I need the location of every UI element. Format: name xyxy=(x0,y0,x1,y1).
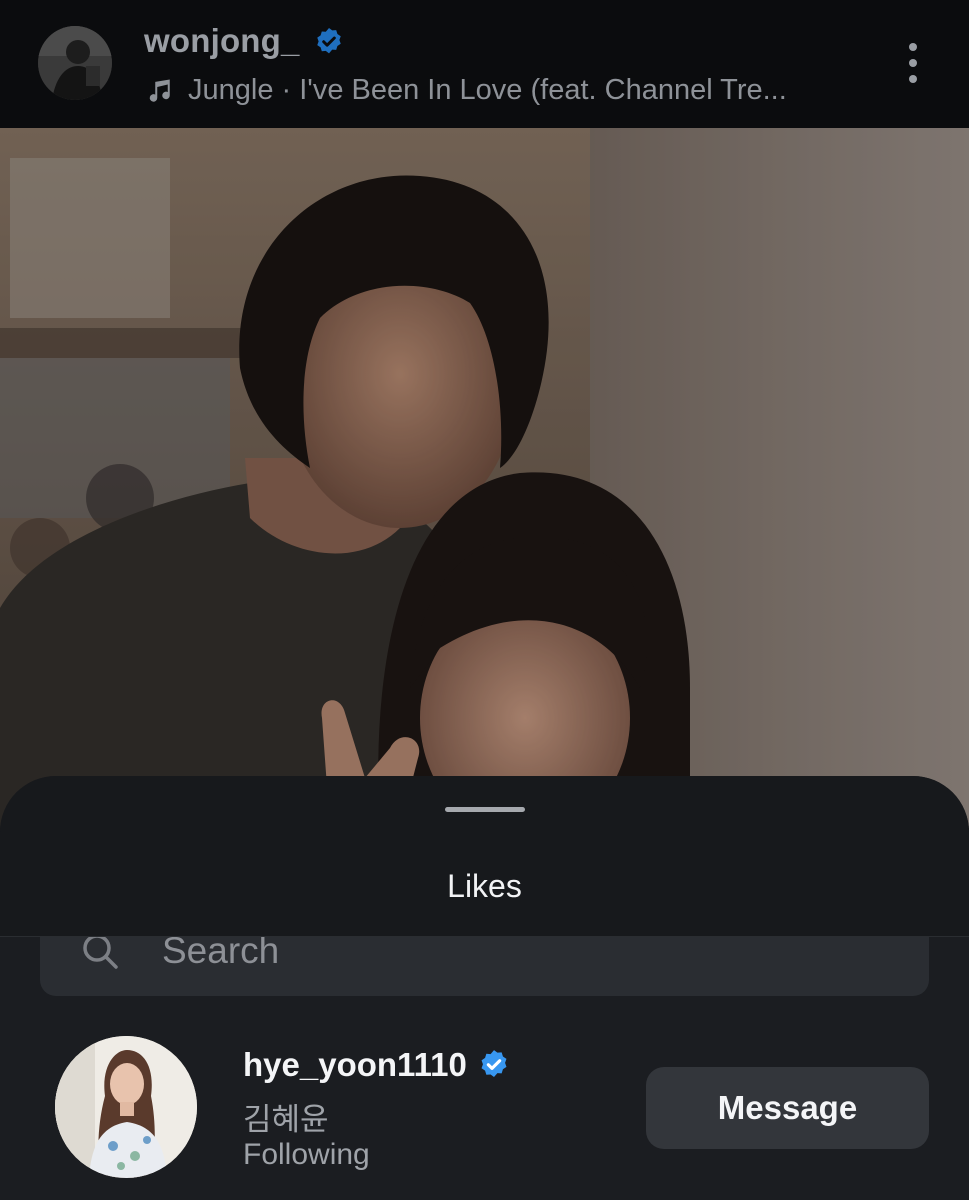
music-row[interactable]: Jungle · I've Been In Love (feat. Channe… xyxy=(144,72,787,108)
drag-handle[interactable] xyxy=(445,807,525,812)
search-icon xyxy=(83,934,118,969)
music-note-icon xyxy=(149,79,170,102)
music-track-label: Jungle · I've Been In Love (feat. Channe… xyxy=(188,73,787,106)
user-name-line: hye_yoon1110 xyxy=(243,1046,511,1084)
avatar[interactable] xyxy=(55,1036,197,1178)
verified-badge-icon xyxy=(317,28,341,54)
post-header: wonjong_ Jungle · I've Been In Love (fea… xyxy=(0,0,969,128)
author-username[interactable]: wonjong_ xyxy=(144,22,300,60)
list-item[interactable]: hye_yoon1110 김혜윤 Following Message xyxy=(0,1028,969,1178)
likes-sheet: Likes hye_yoon1110 xyxy=(0,776,969,1200)
follow-status: Following xyxy=(243,1138,370,1171)
more-options-icon[interactable] xyxy=(897,40,929,86)
verified-badge-icon xyxy=(481,1050,507,1078)
threads-post-screen: wonjong_ Jungle · I've Been In Love (fea… xyxy=(0,0,969,1200)
sheet-header: Likes xyxy=(0,776,969,937)
author-avatar[interactable] xyxy=(38,26,112,100)
user-username[interactable]: hye_yoon1110 xyxy=(243,1046,467,1084)
user-full-name: 김혜윤 xyxy=(243,1102,329,1137)
sheet-title: Likes xyxy=(447,868,522,904)
post-photo[interactable] xyxy=(0,128,969,828)
message-button[interactable]: Message xyxy=(646,1067,929,1149)
